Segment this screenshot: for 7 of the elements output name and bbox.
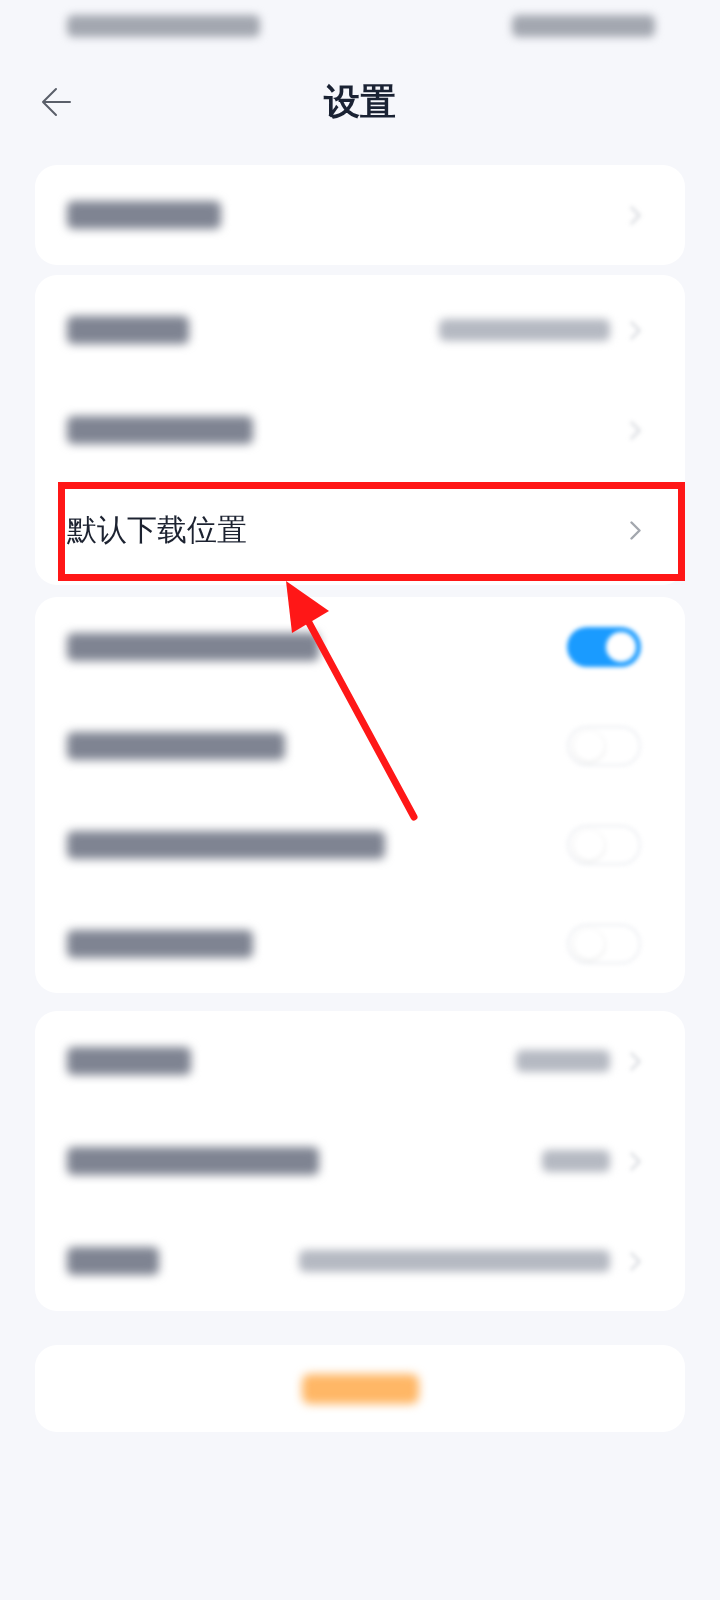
back-icon[interactable] [41,87,71,117]
chevron-icon [630,520,641,540]
row-label: 默认下载位置 [67,515,247,545]
settings-row[interactable] [35,165,685,265]
page-title: 设置 [324,84,396,120]
toggle-switch[interactable] [567,626,641,667]
settings-row[interactable]: 默认下载位置 [35,480,685,580]
